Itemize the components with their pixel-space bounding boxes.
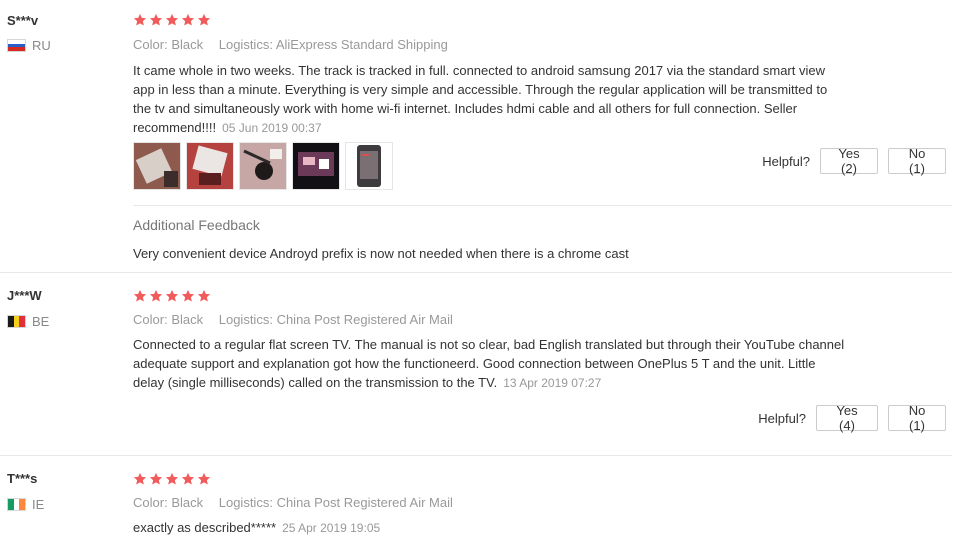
- country-code: IE: [32, 497, 45, 512]
- star-icon: [165, 13, 179, 26]
- divider: [133, 205, 952, 206]
- helpful-vote: Helpful? Yes (2) No (1): [762, 146, 946, 176]
- star-icon: [197, 289, 211, 302]
- star-icon: [149, 472, 163, 485]
- star-icon: [165, 289, 179, 302]
- color-value: Black: [171, 312, 204, 327]
- review-photo[interactable]: [239, 142, 287, 190]
- review-text-block: It came whole in two weeks. The track is…: [133, 61, 845, 138]
- star-icon: [149, 289, 163, 302]
- country-code: RU: [32, 38, 51, 53]
- reviewer-country: RU: [7, 38, 51, 53]
- order-info: Color: Black Logistics: China Post Regis…: [133, 495, 465, 510]
- star-icon: [133, 472, 147, 485]
- photo-thumbnail: [346, 143, 392, 189]
- logistics-label: Logistics:: [218, 37, 273, 52]
- star-rating: [133, 13, 211, 27]
- logistics-value: China Post Registered Air Mail: [276, 495, 453, 510]
- reviewer-name: J***W: [7, 288, 42, 303]
- star-icon: [181, 289, 195, 302]
- star-rating: [133, 289, 211, 303]
- review-item: S***v RU Color: Black Logistics: AliExpr…: [0, 0, 959, 272]
- review-date: 13 Apr 2019 07:27: [503, 376, 602, 390]
- ireland-flag-icon: [7, 498, 26, 511]
- reviewer-country: BE: [7, 314, 49, 329]
- review-photo[interactable]: [133, 142, 181, 190]
- color-value: Black: [171, 37, 204, 52]
- review-date: 25 Apr 2019 19:05: [282, 521, 381, 535]
- additional-feedback-text: Very convenient device Androyd prefix is…: [133, 246, 629, 261]
- helpful-label: Helpful?: [762, 153, 810, 169]
- star-icon: [197, 13, 211, 26]
- review-photo[interactable]: [292, 142, 340, 190]
- star-icon: [149, 13, 163, 26]
- star-icon: [133, 289, 147, 302]
- review-photos: [133, 142, 393, 190]
- review-text-block: exactly as described***** 25 Apr 2019 19:…: [133, 518, 845, 538]
- logistics-value: AliExpress Standard Shipping: [275, 37, 448, 52]
- color-value: Black: [171, 495, 204, 510]
- review-photo[interactable]: [345, 142, 393, 190]
- helpful-yes-button[interactable]: Yes (4): [816, 403, 878, 433]
- helpful-no-button[interactable]: No (1): [888, 146, 946, 176]
- review-item: J***W BE Color: Black Logistics: China P…: [0, 273, 959, 455]
- belgium-flag-icon: [7, 315, 26, 328]
- star-icon: [133, 13, 147, 26]
- order-info: Color: Black Logistics: AliExpress Stand…: [133, 37, 460, 52]
- star-icon: [165, 472, 179, 485]
- color-label: Color:: [133, 37, 168, 52]
- review-text-block: Connected to a regular flat screen TV. T…: [133, 335, 845, 393]
- star-rating: [133, 472, 211, 486]
- reviewer-name: S***v: [7, 13, 39, 28]
- review-text: Connected to a regular flat screen TV. T…: [133, 337, 845, 390]
- country-code: BE: [32, 314, 50, 329]
- logistics-label: Logistics:: [218, 495, 273, 510]
- star-icon: [181, 472, 195, 485]
- color-label: Color:: [133, 312, 168, 327]
- russia-flag-icon: [7, 39, 26, 52]
- helpful-label: Helpful?: [758, 410, 806, 426]
- star-icon: [181, 13, 195, 26]
- photo-thumbnail: [134, 143, 180, 189]
- review-date: 05 Jun 2019 00:37: [222, 121, 322, 135]
- additional-feedback-title: Additional Feedback: [133, 217, 260, 233]
- helpful-yes-button[interactable]: Yes (2): [820, 146, 878, 176]
- photo-thumbnail: [293, 143, 339, 189]
- reviewer-name: T***s: [7, 471, 38, 486]
- order-info: Color: Black Logistics: China Post Regis…: [133, 312, 465, 327]
- review-text: exactly as described*****: [133, 520, 277, 535]
- photo-thumbnail: [187, 143, 233, 189]
- helpful-vote: Helpful? Yes (4) No (1): [758, 403, 946, 433]
- review-item: T***s IE Color: Black Logistics: China P…: [0, 456, 959, 542]
- logistics-label: Logistics:: [218, 312, 273, 327]
- review-photo[interactable]: [186, 142, 234, 190]
- photo-thumbnail: [240, 143, 286, 189]
- star-icon: [197, 472, 211, 485]
- logistics-value: China Post Registered Air Mail: [276, 312, 453, 327]
- color-label: Color:: [133, 495, 168, 510]
- reviewer-country: IE: [7, 497, 44, 512]
- helpful-no-button[interactable]: No (1): [888, 403, 946, 433]
